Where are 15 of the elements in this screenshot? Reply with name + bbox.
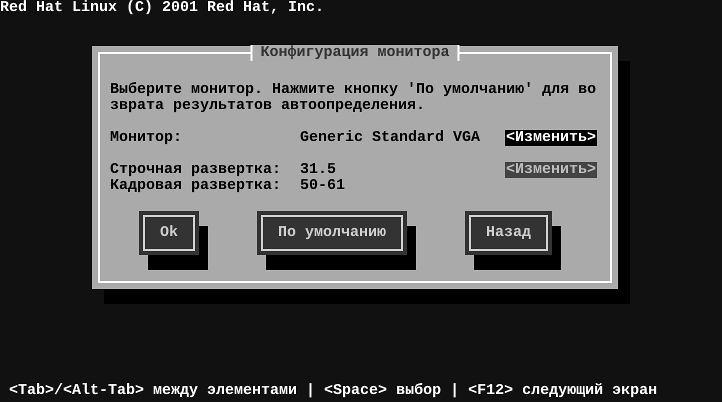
dialog-button[interactable]: Назад <box>464 211 552 255</box>
dialog-message: Выберите монитор. Нажмите кнопку 'По умолчанию' для возврата результатов автоопределения. <box>110 82 596 114</box>
field-label: Монитор: <box>110 130 184 146</box>
dialog-title: Конфигурация монитора <box>250 45 460 61</box>
dialog-button[interactable]: По умолчанию <box>256 211 408 255</box>
field-value: Generic Standard VGA <box>300 130 482 146</box>
screen-title: Red Hat Linux (C) 2001 Red Hat, Inc. <box>0 0 326 16</box>
field-label: Кадровая развертка: <box>110 178 282 194</box>
change-button[interactable]: <Изменить> <box>505 130 598 146</box>
help-line: <Tab>/<Alt-Tab> между элементами | <Space> выбор | <F12> следующий экран <box>8 383 658 401</box>
field-value: 50-61 <box>300 178 346 194</box>
dialog-button[interactable]: Ok <box>139 211 200 255</box>
change-button[interactable]: <Изменить> <box>505 162 598 178</box>
field-value: 31.5 <box>300 162 338 178</box>
field-label: Строчная развертка: <box>110 162 282 178</box>
